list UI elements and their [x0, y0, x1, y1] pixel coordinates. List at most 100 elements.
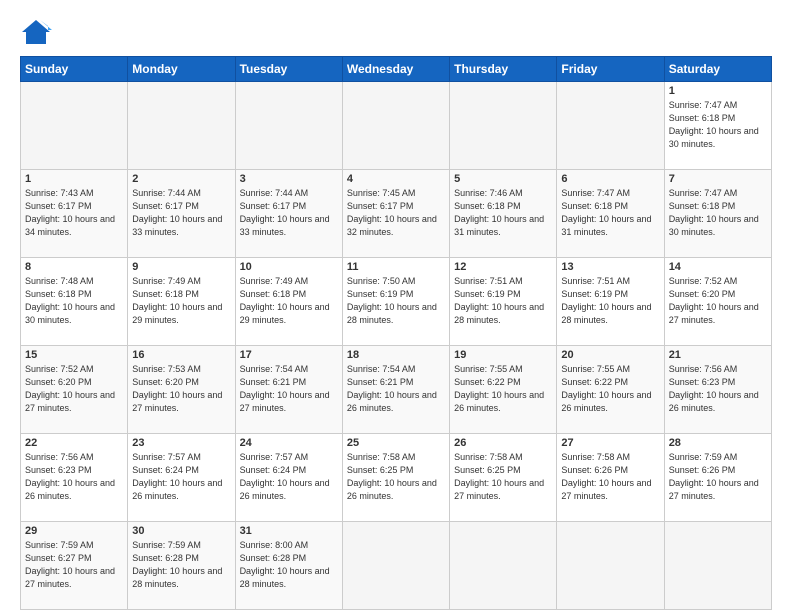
cell-content: Sunrise: 7:57 AMSunset: 6:24 PMDaylight:…	[240, 451, 338, 503]
day-number: 3	[240, 173, 338, 185]
cell-content: Sunrise: 7:50 AMSunset: 6:19 PMDaylight:…	[347, 275, 445, 327]
logo-icon	[20, 18, 52, 46]
calendar-cell: 30 Sunrise: 7:59 AMSunset: 6:28 PMDayligh…	[128, 522, 235, 610]
cell-content: Sunrise: 7:59 AMSunset: 6:26 PMDaylight:…	[669, 451, 767, 503]
header	[20, 18, 772, 46]
calendar-cell	[450, 522, 557, 610]
day-number: 8	[25, 261, 123, 273]
calendar-week-3: 8 Sunrise: 7:48 AMSunset: 6:18 PMDaylight…	[21, 258, 772, 346]
calendar-cell: 4 Sunrise: 7:45 AMSunset: 6:17 PMDaylight…	[342, 170, 449, 258]
calendar-cell: 21 Sunrise: 7:56 AMSunset: 6:23 PMDayligh…	[664, 346, 771, 434]
calendar-cell	[128, 82, 235, 170]
day-number: 29	[25, 525, 123, 537]
cell-content: Sunrise: 7:53 AMSunset: 6:20 PMDaylight:…	[132, 363, 230, 415]
cell-content: Sunrise: 7:51 AMSunset: 6:19 PMDaylight:…	[561, 275, 659, 327]
calendar-cell	[235, 82, 342, 170]
calendar-cell: 19 Sunrise: 7:55 AMSunset: 6:22 PMDayligh…	[450, 346, 557, 434]
calendar-cell: 28 Sunrise: 7:59 AMSunset: 6:26 PMDayligh…	[664, 434, 771, 522]
calendar-cell: 23Sunrise: 7:57 AMSunset: 6:24 PMDayligh…	[128, 434, 235, 522]
cell-content: Sunrise: 7:43 AMSunset: 6:17 PMDaylight:…	[25, 187, 123, 239]
calendar-cell: 27 Sunrise: 7:58 AMSunset: 6:26 PMDayligh…	[557, 434, 664, 522]
calendar-cell: 3 Sunrise: 7:44 AMSunset: 6:17 PMDaylight…	[235, 170, 342, 258]
cell-content: Sunrise: 7:47 AMSunset: 6:18 PMDaylight:…	[669, 99, 767, 151]
cell-content: Sunrise: 7:58 AMSunset: 6:25 PMDaylight:…	[454, 451, 552, 503]
calendar-cell: 1 Sunrise: 7:43 AMSunset: 6:17 PMDaylight…	[21, 170, 128, 258]
calendar-cell: 9Sunrise: 7:49 AMSunset: 6:18 PMDaylight…	[128, 258, 235, 346]
day-number: 27	[561, 437, 659, 449]
day-number: 13	[561, 261, 659, 273]
cell-content: Sunrise: 7:45 AMSunset: 6:17 PMDaylight:…	[347, 187, 445, 239]
day-number: 4	[347, 173, 445, 185]
cell-content: Sunrise: 7:49 AMSunset: 6:18 PMDaylight:…	[240, 275, 338, 327]
cell-content: Sunrise: 7:58 AMSunset: 6:26 PMDaylight:…	[561, 451, 659, 503]
day-number: 20	[561, 349, 659, 361]
day-number: 23	[132, 437, 230, 449]
calendar-cell: 18Sunrise: 7:54 AMSunset: 6:21 PMDayligh…	[342, 346, 449, 434]
day-number: 24	[240, 437, 338, 449]
calendar-cell: 17 Sunrise: 7:54 AMSunset: 6:21 PMDayligh…	[235, 346, 342, 434]
cell-content: Sunrise: 7:52 AMSunset: 6:20 PMDaylight:…	[25, 363, 123, 415]
cell-content: Sunrise: 7:54 AMSunset: 6:21 PMDaylight:…	[240, 363, 338, 415]
calendar-page: SundayMondayTuesdayWednesdayThursdayFrid…	[0, 0, 792, 612]
cell-content: Sunrise: 7:56 AMSunset: 6:23 PMDaylight:…	[25, 451, 123, 503]
calendar-week-4: 15Sunrise: 7:52 AMSunset: 6:20 PMDayligh…	[21, 346, 772, 434]
cell-content: Sunrise: 7:56 AMSunset: 6:23 PMDaylight:…	[669, 363, 767, 415]
calendar-cell: 25Sunrise: 7:58 AMSunset: 6:25 PMDayligh…	[342, 434, 449, 522]
calendar-cell: 10 Sunrise: 7:49 AMSunset: 6:18 PMDayligh…	[235, 258, 342, 346]
day-header-friday: Friday	[557, 57, 664, 82]
day-number: 26	[454, 437, 552, 449]
cell-content: Sunrise: 7:55 AMSunset: 6:22 PMDaylight:…	[454, 363, 552, 415]
day-header-saturday: Saturday	[664, 57, 771, 82]
cell-content: Sunrise: 7:47 AMSunset: 6:18 PMDaylight:…	[669, 187, 767, 239]
calendar-cell	[557, 522, 664, 610]
cell-content: Sunrise: 7:52 AMSunset: 6:20 PMDaylight:…	[669, 275, 767, 327]
day-number: 28	[669, 437, 767, 449]
day-number: 5	[454, 173, 552, 185]
day-number: 7	[669, 173, 767, 185]
calendar-cell: 13 Sunrise: 7:51 AMSunset: 6:19 PMDayligh…	[557, 258, 664, 346]
day-number: 2	[132, 173, 230, 185]
calendar-cell	[21, 82, 128, 170]
cell-content: Sunrise: 7:58 AMSunset: 6:25 PMDaylight:…	[347, 451, 445, 503]
day-number: 17	[240, 349, 338, 361]
cell-content: Sunrise: 7:48 AMSunset: 6:18 PMDaylight:…	[25, 275, 123, 327]
calendar-week-5: 22 Sunrise: 7:56 AMSunset: 6:23 PMDayligh…	[21, 434, 772, 522]
day-number: 19	[454, 349, 552, 361]
day-number: 30	[132, 525, 230, 537]
day-number: 12	[454, 261, 552, 273]
cell-content: Sunrise: 7:44 AMSunset: 6:17 PMDaylight:…	[240, 187, 338, 239]
day-number: 14	[669, 261, 767, 273]
day-number: 1	[25, 173, 123, 185]
cell-content: Sunrise: 7:55 AMSunset: 6:22 PMDaylight:…	[561, 363, 659, 415]
day-number: 16	[132, 349, 230, 361]
calendar-cell: 24 Sunrise: 7:57 AMSunset: 6:24 PMDayligh…	[235, 434, 342, 522]
day-number: 21	[669, 349, 767, 361]
calendar-cell: 31 Sunrise: 8:00 AMSunset: 6:28 PMDayligh…	[235, 522, 342, 610]
calendar-cell: 5 Sunrise: 7:46 AMSunset: 6:18 PMDaylight…	[450, 170, 557, 258]
calendar-cell: 22 Sunrise: 7:56 AMSunset: 6:23 PMDayligh…	[21, 434, 128, 522]
cell-content: Sunrise: 7:54 AMSunset: 6:21 PMDaylight:…	[347, 363, 445, 415]
cell-content: Sunrise: 7:46 AMSunset: 6:18 PMDaylight:…	[454, 187, 552, 239]
cell-content: Sunrise: 7:44 AMSunset: 6:17 PMDaylight:…	[132, 187, 230, 239]
cell-content: Sunrise: 8:00 AMSunset: 6:28 PMDaylight:…	[240, 539, 338, 591]
cell-content: Sunrise: 7:51 AMSunset: 6:19 PMDaylight:…	[454, 275, 552, 327]
day-number: 31	[240, 525, 338, 537]
calendar-cell: 26 Sunrise: 7:58 AMSunset: 6:25 PMDayligh…	[450, 434, 557, 522]
calendar-cell: 29Sunrise: 7:59 AMSunset: 6:27 PMDayligh…	[21, 522, 128, 610]
calendar-cell: 2 Sunrise: 7:44 AMSunset: 6:17 PMDaylight…	[128, 170, 235, 258]
calendar-cell: 8 Sunrise: 7:48 AMSunset: 6:18 PMDaylight…	[21, 258, 128, 346]
day-header-tuesday: Tuesday	[235, 57, 342, 82]
day-number: 22	[25, 437, 123, 449]
calendar-cell: 1 Sunrise: 7:47 AMSunset: 6:18 PMDaylight…	[664, 82, 771, 170]
day-number: 11	[347, 261, 445, 273]
calendar-cell: 15Sunrise: 7:52 AMSunset: 6:20 PMDayligh…	[21, 346, 128, 434]
calendar-cell	[342, 522, 449, 610]
day-header-monday: Monday	[128, 57, 235, 82]
calendar-cell: 11 Sunrise: 7:50 AMSunset: 6:19 PMDayligh…	[342, 258, 449, 346]
logo	[20, 18, 56, 46]
day-number: 10	[240, 261, 338, 273]
calendar-cell	[664, 522, 771, 610]
calendar-cell: 16 Sunrise: 7:53 AMSunset: 6:20 PMDayligh…	[128, 346, 235, 434]
day-number: 1	[669, 85, 767, 97]
cell-content: Sunrise: 7:59 AMSunset: 6:28 PMDaylight:…	[132, 539, 230, 591]
